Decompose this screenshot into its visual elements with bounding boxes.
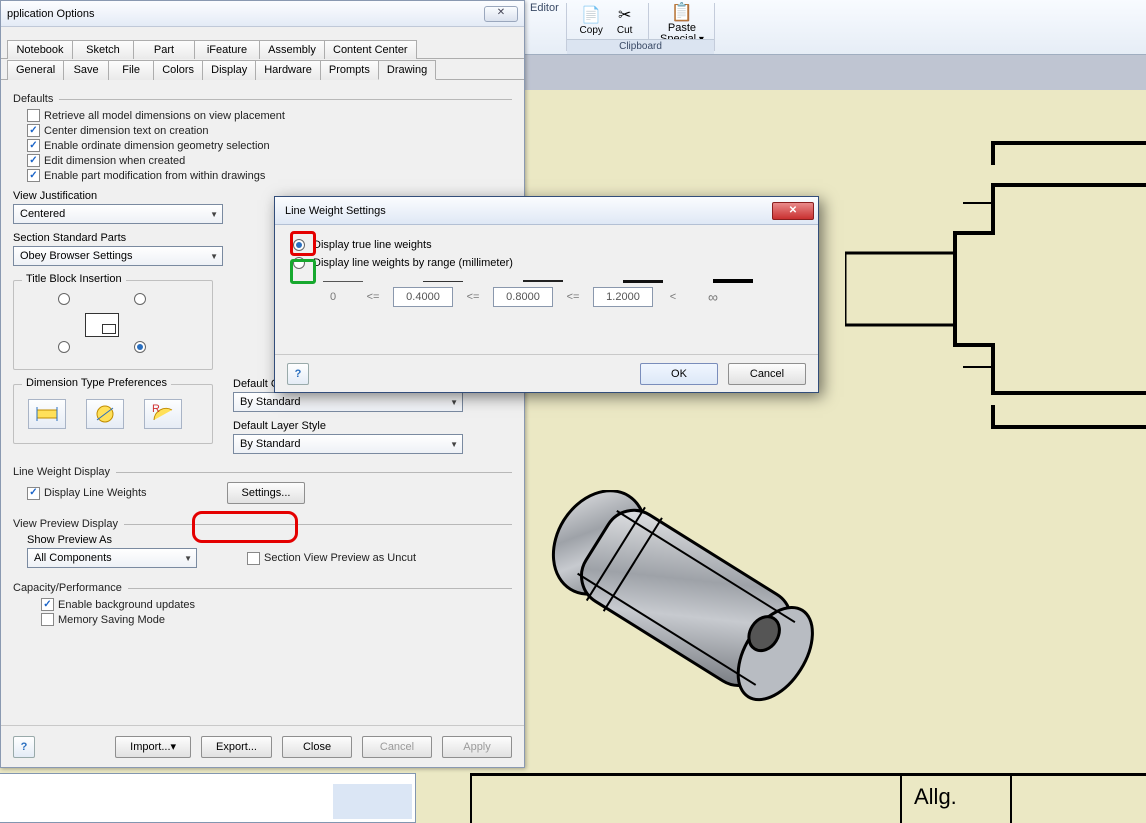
tab-sketch[interactable]: Sketch — [72, 40, 134, 59]
title-block-insertion-group: Title Block Insertion — [13, 280, 213, 370]
chevron-down-icon: ▼ — [210, 252, 218, 261]
line-weight-settings-dialog: Line Weight Settings ✕ Display true line… — [274, 196, 819, 393]
defaults-label: Defaults — [13, 93, 53, 105]
chevron-down-icon: ▼ — [184, 554, 192, 563]
dim-type-pref-group: Dimension Type Preferences R — [13, 384, 213, 444]
chevron-down-icon: ▼ — [450, 398, 458, 407]
radio-range-label: Display line weights by range (millimete… — [313, 257, 513, 269]
tbi-radio-tr[interactable] — [134, 293, 146, 305]
chk-edit-dim[interactable] — [27, 154, 40, 167]
lw-le-1: <= — [353, 291, 393, 303]
tab-display[interactable]: Display — [202, 60, 256, 80]
tab-assembly[interactable]: Assembly — [259, 40, 325, 59]
tbi-radio-br[interactable] — [134, 341, 146, 353]
radio-true-label: Display true line weights — [313, 239, 432, 251]
close-button[interactable]: Close — [282, 736, 352, 758]
copy-label: Copy — [580, 25, 603, 36]
tab-general[interactable]: General — [7, 60, 64, 80]
chk-center-dim[interactable] — [27, 124, 40, 137]
chk-memory-saving[interactable] — [41, 613, 54, 626]
lw-input-3[interactable] — [593, 287, 653, 307]
clipboard-panel-label: Clipboard — [567, 39, 714, 54]
editor-label: Editor — [530, 2, 559, 14]
tab-part[interactable]: Part — [133, 40, 195, 59]
chk-section-uncut[interactable] — [247, 552, 260, 565]
dim-type-linear-icon[interactable] — [28, 399, 66, 429]
tab-colors[interactable]: Colors — [153, 60, 203, 80]
settings-button[interactable]: Settings... — [227, 482, 306, 504]
show-preview-combo[interactable]: All Components▼ — [27, 548, 197, 568]
tbi-preview-icon — [85, 313, 119, 337]
tab-ifeature[interactable]: iFeature — [194, 40, 260, 59]
options-titlebar[interactable]: pplication Options ✕ — [1, 1, 524, 27]
lw-help-icon[interactable]: ? — [287, 363, 309, 385]
title-block — [470, 773, 1146, 823]
view-preview-label: View Preview Display — [13, 518, 118, 530]
radio-range-weights[interactable] — [293, 257, 305, 269]
lw-infinity: ∞ — [693, 289, 733, 305]
tab-hardware[interactable]: Hardware — [255, 60, 321, 80]
drawing-tab-body: Defaults Retrieve all model dimensions o… — [1, 81, 524, 725]
lw-zero: 0 — [313, 291, 353, 303]
svg-text:R: R — [152, 404, 160, 415]
dim-type-diameter-icon[interactable] — [86, 399, 124, 429]
default-object-style-combo[interactable]: By Standard▼ — [233, 392, 463, 412]
export-button[interactable]: Export... — [201, 736, 272, 758]
tab-save[interactable]: Save — [63, 60, 109, 80]
tab-content-center[interactable]: Content Center — [324, 40, 417, 59]
chk-retrieve[interactable] — [27, 109, 40, 122]
tabs-row-1: Notebook Sketch Part iFeature Assembly C… — [1, 39, 524, 59]
lw-close-icon[interactable]: ✕ — [772, 202, 814, 220]
tab-drawing[interactable]: Drawing — [378, 60, 436, 80]
radio-true-weights[interactable] — [293, 239, 305, 251]
lw-ok-button[interactable]: OK — [640, 363, 718, 385]
part-drawing-top — [845, 125, 1146, 455]
cancel-button[interactable]: Cancel — [362, 736, 432, 758]
show-preview-label: Show Preview As — [27, 534, 512, 546]
help-icon[interactable]: ? — [13, 736, 35, 758]
dim-type-radius-icon[interactable]: R — [144, 399, 182, 429]
line-weight-display-label: Line Weight Display — [13, 466, 110, 478]
chk-bg-updates[interactable] — [41, 598, 54, 611]
tab-file[interactable]: File — [108, 60, 154, 80]
tabs-row-2: General Save File Colors Display Hardwar… — [1, 59, 524, 80]
capacity-label: Capacity/Performance — [13, 582, 122, 594]
lw-titlebar[interactable]: Line Weight Settings ✕ — [275, 197, 818, 225]
tab-notebook[interactable]: Notebook — [7, 40, 73, 59]
part-drawing-bottom — [500, 490, 860, 790]
options-title: pplication Options — [7, 8, 94, 20]
view-justification-combo[interactable]: Centered▼ — [13, 204, 223, 224]
chk-part-mod[interactable] — [27, 169, 40, 182]
lw-lt: < — [653, 291, 693, 303]
default-layer-style-combo[interactable]: By Standard▼ — [233, 434, 463, 454]
chk-ordinate[interactable] — [27, 139, 40, 152]
copy-button[interactable]: 📄 Copy — [580, 5, 603, 36]
apply-button[interactable]: Apply — [442, 736, 512, 758]
title-block-allg: Allg. — [914, 784, 957, 810]
lw-cancel-button[interactable]: Cancel — [728, 363, 806, 385]
left-bottom-panel — [0, 773, 416, 823]
tbi-radio-tl[interactable] — [58, 293, 70, 305]
lw-le-2: <= — [453, 291, 493, 303]
default-layer-style-label: Default Layer Style — [233, 420, 512, 432]
cut-label: Cut — [617, 25, 633, 36]
tab-prompts[interactable]: Prompts — [320, 60, 379, 80]
tbi-radio-bl[interactable] — [58, 341, 70, 353]
close-icon[interactable]: ✕ — [484, 6, 518, 22]
lw-title: Line Weight Settings — [285, 205, 386, 217]
section-std-combo[interactable]: Obey Browser Settings▼ — [13, 246, 223, 266]
options-bottom-bar: ? Import... ▾ Export... Close Cancel App… — [1, 725, 524, 767]
import-button[interactable]: Import... ▾ — [115, 736, 191, 758]
lw-le-3: <= — [553, 291, 593, 303]
chevron-down-icon: ▼ — [450, 440, 458, 449]
left-bottom-highlight — [333, 784, 412, 819]
chk-display-line-weights[interactable] — [27, 487, 40, 500]
lw-input-1[interactable] — [393, 287, 453, 307]
chevron-down-icon: ▼ — [210, 210, 218, 219]
cut-button[interactable]: ✂ Cut — [617, 5, 633, 36]
lw-input-2[interactable] — [493, 287, 553, 307]
